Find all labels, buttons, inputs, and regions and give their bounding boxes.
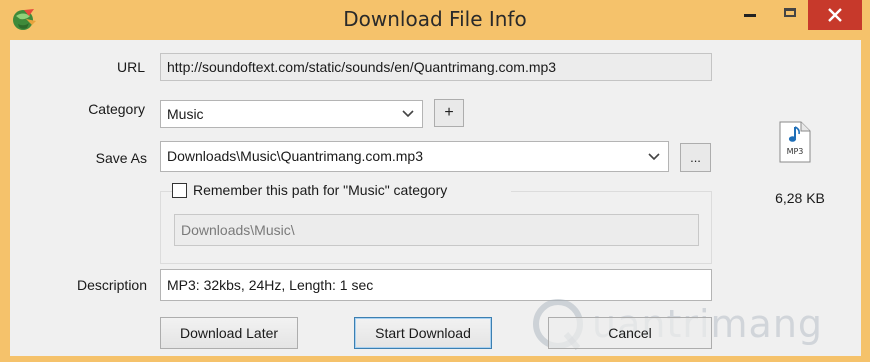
minimize-button[interactable] bbox=[733, 0, 767, 30]
download-file-info-window: Download File Info URL http://soundoftex… bbox=[0, 0, 870, 362]
description-label: Description bbox=[76, 277, 147, 293]
download-later-button[interactable]: Download Later bbox=[160, 317, 298, 349]
remembered-path-field: Downloads\Music\ bbox=[174, 214, 699, 246]
file-size: 6,28 KB bbox=[775, 190, 825, 206]
save-as-combo[interactable]: Downloads\Music\Quantrimang.com.mp3 bbox=[160, 141, 669, 172]
add-category-button[interactable]: + bbox=[434, 99, 464, 127]
start-download-button[interactable]: Start Download bbox=[354, 317, 492, 349]
save-as-label: Save As bbox=[95, 150, 147, 166]
close-button[interactable] bbox=[808, 0, 862, 30]
remember-path-option[interactable]: Remember this path for "Music" category bbox=[172, 181, 511, 201]
dialog-body: URL http://soundoftext.com/static/sounds… bbox=[10, 40, 861, 356]
category-select[interactable]: Music bbox=[160, 100, 423, 128]
remember-path-label: Remember this path for "Music" category bbox=[193, 182, 448, 198]
close-icon bbox=[828, 8, 842, 22]
chevron-down-icon bbox=[648, 153, 660, 161]
title-bar[interactable]: Download File Info bbox=[0, 0, 870, 40]
browse-button[interactable]: ... bbox=[680, 143, 711, 172]
maximize-button[interactable] bbox=[773, 0, 807, 30]
chevron-down-icon bbox=[402, 110, 414, 118]
save-as-path: Downloads\Music\Quantrimang.com.mp3 bbox=[167, 148, 423, 164]
category-label: Category bbox=[88, 101, 145, 117]
file-type-label: MP3 bbox=[787, 147, 804, 156]
url-label: URL bbox=[116, 59, 145, 75]
category-selected-value: Music bbox=[167, 106, 204, 122]
mp3-file-icon: MP3 bbox=[779, 121, 811, 163]
remember-path-checkbox[interactable] bbox=[172, 183, 187, 198]
cancel-button[interactable]: Cancel bbox=[548, 317, 712, 349]
url-field[interactable]: http://soundoftext.com/static/sounds/en/… bbox=[160, 53, 712, 81]
